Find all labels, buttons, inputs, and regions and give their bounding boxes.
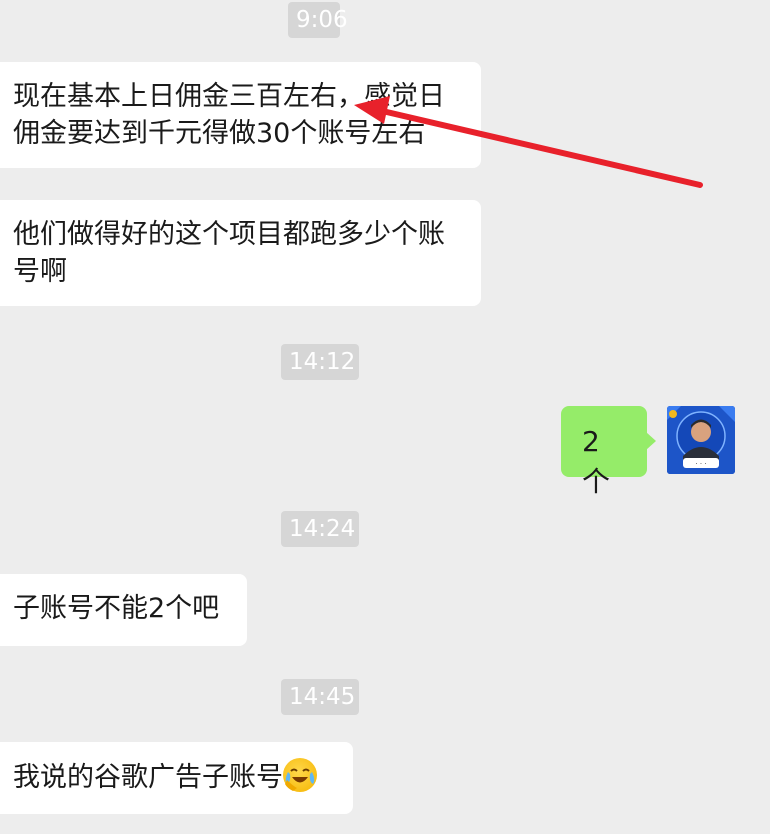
outgoing-message[interactable]: 2个 (561, 406, 656, 498)
avatar-portrait-icon: · · · (667, 406, 735, 474)
message-text: 现在基本上日佣金三百左右，感觉日佣金要达到千元得做30个账号左右 (13, 81, 445, 149)
message-text: 子账号不能2个吧 (13, 593, 220, 624)
message-text: 我说的谷歌广告子账号 (13, 762, 283, 793)
message-text: 他们做得好的这个项目都跑多少个账号啊 (13, 219, 445, 287)
incoming-message[interactable]: 我说的谷歌广告子账号 (0, 742, 353, 814)
message-text: 2个 (582, 425, 611, 498)
timestamp: 14:45 (281, 679, 359, 715)
incoming-message[interactable]: 子账号不能2个吧 (0, 574, 247, 646)
incoming-message[interactable]: 现在基本上日佣金三百左右，感觉日佣金要达到千元得做30个账号左右 (0, 62, 481, 168)
timestamp: 14:12 (281, 344, 359, 380)
svg-text:· · ·: · · · (695, 460, 706, 468)
incoming-message[interactable]: 他们做得好的这个项目都跑多少个账号啊 (0, 200, 481, 306)
avatar[interactable]: · · · (667, 406, 735, 474)
crying-laughing-icon (283, 758, 317, 792)
timestamp: 14:24 (281, 511, 359, 547)
timestamp: 9:06 (288, 2, 348, 38)
